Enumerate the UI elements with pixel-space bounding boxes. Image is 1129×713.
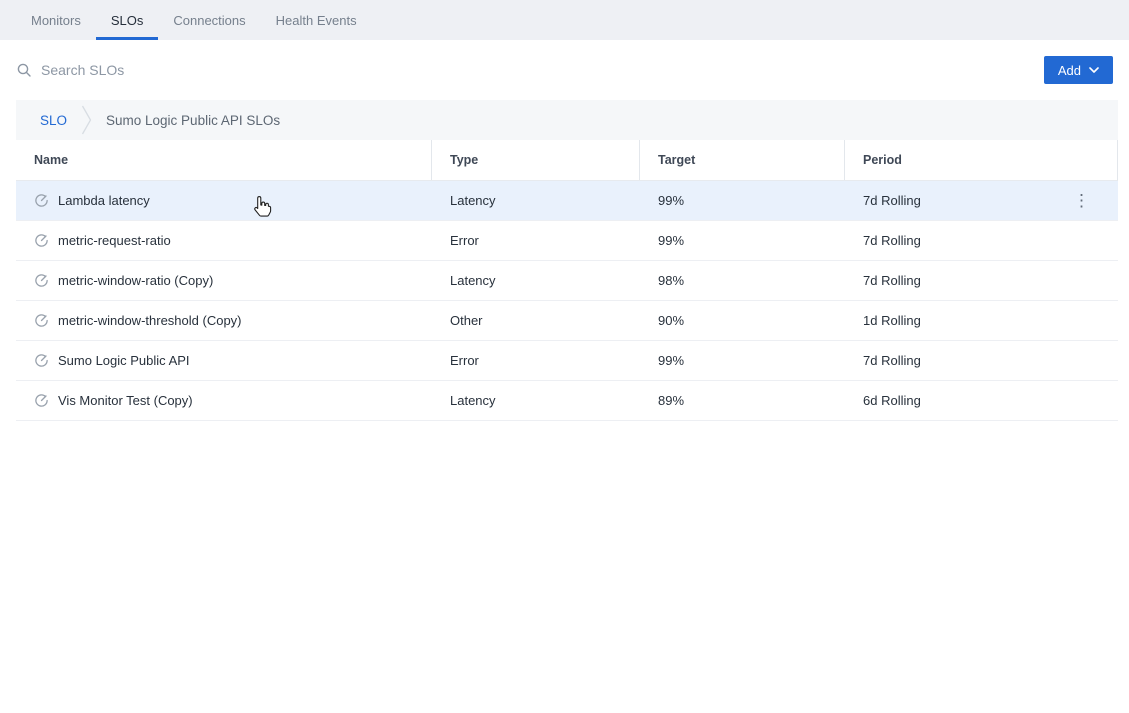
table-row[interactable]: metric-window-threshold (Copy) Other 90%… [16, 301, 1118, 341]
chevron-down-icon [1089, 67, 1099, 73]
add-button-label: Add [1058, 63, 1081, 78]
search-input[interactable] [41, 62, 1044, 78]
row-actions-cell: ⋮ [1058, 392, 1118, 409]
slo-period: 7d Rolling [845, 193, 1058, 208]
tab-health-events[interactable]: Health Events [261, 0, 372, 40]
search-icon [16, 62, 32, 78]
slo-content: SLO Sumo Logic Public API SLOs Name Type… [16, 100, 1118, 421]
breadcrumb-root-link[interactable]: SLO [40, 113, 67, 128]
slo-gauge-icon [34, 353, 49, 368]
tab-label: Monitors [31, 13, 81, 28]
slo-period: 7d Rolling [845, 233, 1058, 248]
slo-target: 99% [640, 193, 845, 208]
slo-type: Latency [432, 273, 640, 288]
add-button[interactable]: Add [1044, 56, 1113, 84]
breadcrumb: SLO Sumo Logic Public API SLOs [16, 100, 1118, 140]
slo-name-cell: Sumo Logic Public API [16, 353, 432, 368]
slo-type: Latency [432, 193, 640, 208]
row-actions-cell: ⋮ [1058, 232, 1118, 249]
slo-gauge-icon [34, 273, 49, 288]
slo-name: metric-request-ratio [58, 233, 171, 248]
slo-table: Name Type Target Period Lambda latency L… [16, 140, 1118, 421]
slo-period: 1d Rolling [845, 313, 1058, 328]
slo-name: Vis Monitor Test (Copy) [58, 393, 193, 408]
tab-slos[interactable]: SLOs [96, 0, 159, 40]
column-header-target: Target [640, 140, 845, 180]
row-actions-cell: ⋮ [1058, 352, 1118, 369]
slo-gauge-icon [34, 393, 49, 408]
column-header-actions [1057, 140, 1117, 180]
slo-name: Sumo Logic Public API [58, 353, 190, 368]
top-tab-bar: Monitors SLOs Connections Health Events [0, 0, 1129, 40]
slo-target: 99% [640, 353, 845, 368]
slo-name-cell: metric-window-threshold (Copy) [16, 313, 432, 328]
table-header: Name Type Target Period [16, 140, 1118, 181]
table-body: Lambda latency Latency 99% 7d Rolling ⋮ … [16, 181, 1118, 421]
slo-period: 7d Rolling [845, 353, 1058, 368]
column-header-type: Type [432, 140, 640, 180]
row-actions-cell: ⋮ [1058, 272, 1118, 289]
kebab-menu-icon[interactable]: ⋮ [1073, 192, 1090, 209]
table-row[interactable]: Vis Monitor Test (Copy) Latency 89% 6d R… [16, 381, 1118, 421]
breadcrumb-current: Sumo Logic Public API SLOs [106, 113, 280, 128]
row-actions-cell: ⋮ [1058, 312, 1118, 329]
slo-period: 7d Rolling [845, 273, 1058, 288]
slo-period: 6d Rolling [845, 393, 1058, 408]
column-header-name: Name [16, 140, 432, 180]
column-header-period: Period [845, 140, 1057, 180]
slo-name-cell: metric-window-ratio (Copy) [16, 273, 432, 288]
slo-name: Lambda latency [58, 193, 150, 208]
search-box[interactable] [16, 62, 1044, 78]
slo-type: Error [432, 353, 640, 368]
row-actions-cell: ⋮ [1058, 192, 1118, 209]
table-row[interactable]: metric-window-ratio (Copy) Latency 98% 7… [16, 261, 1118, 301]
table-row[interactable]: Sumo Logic Public API Error 99% 7d Rolli… [16, 341, 1118, 381]
breadcrumb-separator-icon [81, 104, 92, 136]
tab-label: SLOs [111, 13, 144, 28]
tab-label: Health Events [276, 13, 357, 28]
tab-label: Connections [173, 13, 245, 28]
tab-monitors[interactable]: Monitors [16, 0, 96, 40]
slo-gauge-icon [34, 233, 49, 248]
slo-gauge-icon [34, 313, 49, 328]
slo-name-cell: Vis Monitor Test (Copy) [16, 393, 432, 408]
slo-type: Error [432, 233, 640, 248]
slo-type: Latency [432, 393, 640, 408]
tab-connections[interactable]: Connections [158, 0, 260, 40]
slo-target: 89% [640, 393, 845, 408]
table-row[interactable]: metric-request-ratio Error 99% 7d Rollin… [16, 221, 1118, 261]
slo-app: Monitors SLOs Connections Health Events … [0, 0, 1129, 421]
slo-name: metric-window-ratio (Copy) [58, 273, 213, 288]
search-toolbar: Add [0, 40, 1129, 100]
slo-name: metric-window-threshold (Copy) [58, 313, 242, 328]
slo-target: 90% [640, 313, 845, 328]
slo-name-cell: Lambda latency [16, 193, 432, 208]
slo-target: 98% [640, 273, 845, 288]
slo-name-cell: metric-request-ratio [16, 233, 432, 248]
slo-target: 99% [640, 233, 845, 248]
slo-type: Other [432, 313, 640, 328]
table-row[interactable]: Lambda latency Latency 99% 7d Rolling ⋮ [16, 181, 1118, 221]
slo-gauge-icon [34, 193, 49, 208]
